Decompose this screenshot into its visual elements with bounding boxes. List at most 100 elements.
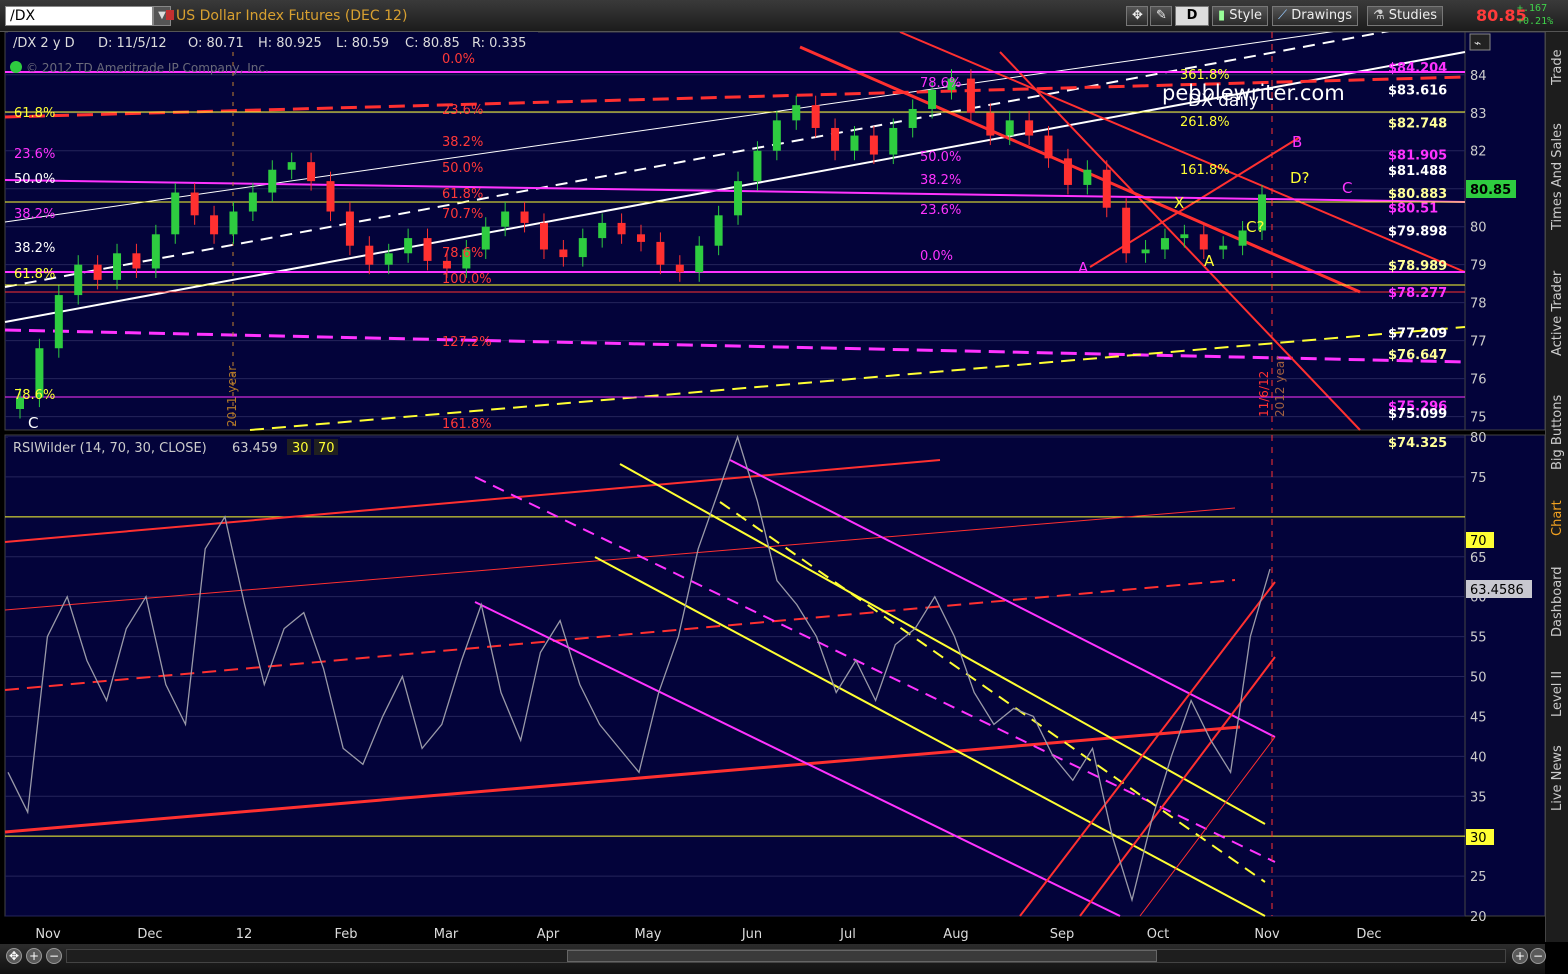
zoom-minus-right-icon[interactable]: −: [1530, 948, 1546, 964]
wrench-icon[interactable]: ✎: [1150, 6, 1172, 26]
candle-body: [598, 222, 607, 239]
candle-body: [365, 245, 374, 265]
side-tab-big-buttons[interactable]: Big Buttons: [1547, 382, 1568, 482]
fib-label: 38.2%: [920, 173, 961, 188]
drawings-button[interactable]: ⟋ Drawings: [1272, 6, 1359, 26]
price-level-label: $83.616: [1388, 83, 1447, 98]
fib-label: 38.2%: [14, 207, 55, 222]
copyright: © 2012 TD Ameritrade IP Company, Inc.: [26, 61, 269, 75]
candle-body: [675, 264, 684, 273]
header-open: O: 80.71: [188, 36, 244, 51]
symbol-input[interactable]: [5, 6, 153, 26]
scroll-thumb[interactable]: [567, 950, 1157, 962]
candle-body: [268, 169, 277, 193]
candle-body: [831, 127, 840, 151]
x-tick-label: Oct: [1147, 927, 1169, 942]
x-tick-label: May: [635, 927, 662, 942]
price-level-label: $82.748: [1388, 116, 1447, 131]
rsi-study-label: RSIWilder (14, 70, 30, CLOSE): [13, 441, 207, 456]
fib-label: 78.6%: [442, 246, 483, 261]
zoom-in-icon[interactable]: +: [26, 948, 42, 964]
rsi-header: RSIWilder (14, 70, 30, CLOSE) 63.459 30 …: [8, 437, 340, 456]
fib-label: 70.7%: [442, 207, 483, 222]
candle-body: [869, 135, 878, 155]
rsi-y-tick: 45: [1470, 710, 1487, 725]
price-level-label: $77.209: [1388, 327, 1447, 342]
x-tick-label: Feb: [334, 927, 357, 942]
candle-body: [1180, 234, 1189, 239]
header-date: D: 11/5/12: [98, 36, 167, 51]
side-tab-active-trader[interactable]: Active Trader: [1547, 254, 1568, 372]
marker-2012-year: 2012 year: [1273, 356, 1287, 417]
candle-body: [54, 295, 63, 349]
candle-body: [113, 253, 122, 280]
x-tick-label: Mar: [434, 927, 459, 942]
chart-area[interactable]: 75767778798081828384 2025354045505560657…: [0, 32, 1545, 944]
header-low: L: 80.59: [336, 36, 389, 51]
price-y-tick: 82: [1470, 145, 1487, 160]
rsi-y-tick: 55: [1470, 631, 1487, 646]
rsi-oversold: 30: [292, 441, 309, 456]
candle-body: [928, 89, 937, 109]
side-tab-live-news[interactable]: Live News: [1547, 738, 1568, 818]
wave-label: C?: [1246, 218, 1264, 236]
candle-body: [811, 105, 820, 128]
x-tick-label: Apr: [537, 927, 560, 942]
aggregation-button[interactable]: D: [1175, 6, 1209, 26]
pan-icon[interactable]: ✥: [6, 948, 22, 964]
x-tick-label: Nov: [1254, 927, 1280, 942]
candle-body: [1044, 135, 1053, 159]
candle-body: [753, 150, 762, 182]
candle-body: [307, 162, 316, 182]
price-level-label: $74.325: [1388, 436, 1447, 451]
side-tab-level-ii[interactable]: Level II: [1547, 660, 1568, 728]
candle-body: [714, 215, 723, 246]
candle-body: [93, 264, 102, 280]
price-y-tick: 79: [1470, 259, 1487, 274]
candle-body: [190, 192, 199, 216]
price-y-tick: 84: [1470, 69, 1487, 84]
price-y-tick: 80: [1470, 221, 1487, 236]
studies-icon: ⚗: [1373, 8, 1385, 23]
candle-body: [132, 253, 141, 269]
price-level-label: $79.898: [1388, 225, 1447, 240]
x-tick-label: Jun: [741, 927, 762, 942]
rsi-y-tick: 20: [1470, 910, 1487, 925]
drawings-icon: ⟋: [1278, 8, 1288, 23]
rsi-y-tick: 50: [1470, 671, 1487, 686]
x-tick-label: Jul: [839, 927, 856, 942]
candle-body: [1063, 158, 1072, 185]
zoom-plus-right-icon[interactable]: +: [1512, 948, 1528, 964]
horizontal-scrollbar[interactable]: [66, 949, 1506, 963]
style-button[interactable]: ▮ Style: [1212, 6, 1268, 26]
price-level-label: $78.277: [1388, 286, 1447, 301]
candle-body: [1102, 169, 1111, 208]
price-change-abs: +.167: [1517, 3, 1548, 14]
wave-label: C: [1342, 179, 1352, 197]
side-tab-trade[interactable]: Trade: [1547, 34, 1568, 100]
fib-label: 38.2%: [442, 135, 483, 150]
candle-body: [792, 105, 801, 121]
candle-body: [74, 264, 83, 296]
candle-body: [171, 192, 180, 235]
price-level-label: $76.647: [1388, 348, 1447, 363]
studies-button[interactable]: ⚗ Studies: [1367, 6, 1444, 26]
last-price-tag: 80.85: [1470, 183, 1511, 198]
header-close: C: 80.85: [405, 36, 460, 51]
crosshair-icon[interactable]: ✥: [1126, 6, 1148, 26]
rsi-panel[interactable]: [4, 434, 1466, 917]
candle-body: [326, 181, 335, 212]
price-y-tick: 75: [1470, 411, 1487, 426]
side-tab-dashboard[interactable]: Dashboard: [1547, 554, 1568, 650]
zoom-out-icon[interactable]: −: [46, 948, 62, 964]
toolbar: ▼ US Dollar Index Futures (DEC 12) ✥ ✎ D…: [0, 0, 1568, 32]
candle-body: [637, 234, 645, 242]
marker-date: 11/6/12: [1257, 371, 1271, 417]
candle-body: [539, 222, 548, 250]
add-study-icon[interactable]: [10, 61, 22, 73]
candle-body: [287, 162, 296, 170]
candle-body: [986, 112, 995, 136]
side-tab-chart[interactable]: Chart: [1547, 492, 1568, 544]
side-tab-times-and-sales[interactable]: Times And Sales: [1547, 112, 1568, 242]
x-tick-label: Aug: [943, 927, 968, 942]
